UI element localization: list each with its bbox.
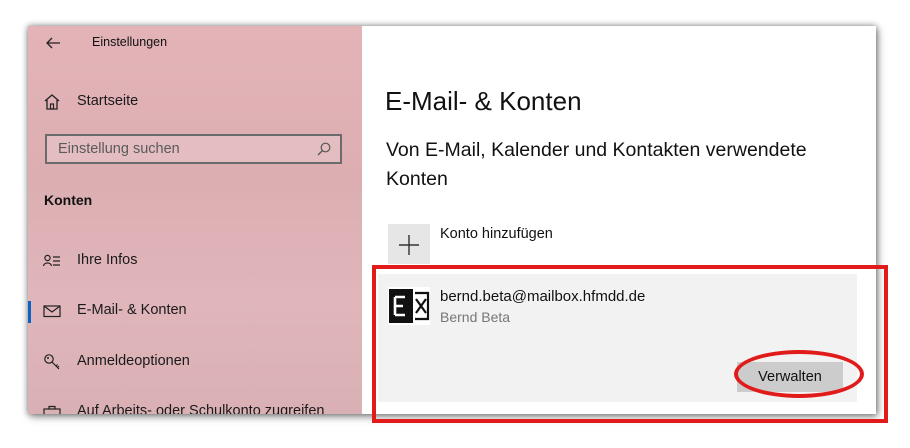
section-subtitle: Von E-Mail, Kalender und Kontakten verwe…	[386, 139, 807, 190]
sidebar-item-email-konten[interactable]: E-Mail- & Konten	[28, 293, 362, 329]
window-title: Einstellungen	[92, 35, 168, 49]
plus-icon	[399, 235, 419, 255]
home-icon	[42, 92, 62, 112]
person-list-icon	[42, 251, 62, 271]
briefcase-icon	[42, 402, 62, 414]
mail-icon	[42, 301, 62, 321]
sidebar-item-label: Anmeldeoptionen	[77, 353, 190, 369]
sidebar-item-arbeitskonto[interactable]: Auf Arbeits- oder Schulkonto zugreifen	[28, 394, 362, 414]
section-heading: Konten	[44, 192, 93, 208]
search-input[interactable]	[47, 136, 308, 162]
sidebar-item-label: Auf Arbeits- oder Schulkonto zugreifen	[77, 403, 325, 414]
sidebar-item-label: Ihre Infos	[77, 252, 138, 268]
back-arrow-icon[interactable]	[44, 34, 62, 52]
sidebar: Einstellungen Startseite Konten Ihre Inf…	[28, 26, 362, 414]
sidebar-item-label: Startseite	[77, 93, 139, 109]
add-account-label[interactable]: Konto hinzufügen	[440, 226, 553, 242]
search-box	[45, 134, 342, 164]
key-icon	[42, 352, 62, 372]
sidebar-item-home[interactable]: Startseite	[28, 84, 362, 120]
add-account-button[interactable]	[388, 224, 430, 264]
sidebar-item-ihre-infos[interactable]: Ihre Infos	[28, 243, 362, 279]
highlight-ellipse	[734, 350, 864, 398]
sidebar-item-anmeldeoptionen[interactable]: Anmeldeoptionen	[28, 344, 362, 380]
search-icon[interactable]	[316, 141, 332, 157]
page-title: E-Mail- & Konten	[385, 86, 582, 116]
sidebar-item-label: E-Mail- & Konten	[77, 302, 187, 318]
highlight-rectangle	[372, 265, 888, 423]
